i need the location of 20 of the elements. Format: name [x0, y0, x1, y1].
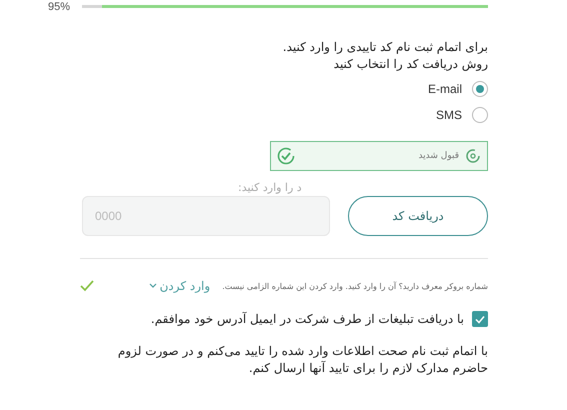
terms-text: با اتمام ثبت نام صحت اطلاعات وارد شده را تایید می‌کنم و در صورت لزوم حاضرم مدارک لازم را برای تایید آنها ارسال کنم. [116, 343, 488, 377]
get-code-button[interactable]: دریافت کد [348, 196, 488, 236]
check-icon [475, 314, 485, 324]
enter-link[interactable]: وارد کردن [148, 279, 210, 293]
instruction-text: برای اتمام ثبت نام کد تاییدی را وارد کنید. روش دریافت کد را انتخاب کنید [282, 39, 488, 73]
checkbox[interactable] [472, 311, 488, 327]
radio-button[interactable] [472, 107, 488, 123]
progress-label: 95% [48, 0, 72, 12]
code-label: د را وارد کنید: [238, 181, 302, 194]
captcha-status: قبول شدید [417, 151, 459, 161]
broker-hint: شماره بروکر معرف دارید؟ آن را وارد کنید. وارد کردن این شماره الزامی نیست. [222, 282, 488, 290]
radio-button[interactable] [472, 81, 488, 97]
code-input[interactable]: 0000 [82, 196, 330, 236]
caret-icon[interactable] [148, 283, 157, 289]
radio-label: SMS [436, 108, 462, 122]
radio-label: E-mail [428, 82, 462, 96]
consent-label: با دریافت تبلیغات از طرف شرکت در ایمیل آدرس خود موافقم. [150, 312, 464, 326]
check-circle-icon [277, 147, 295, 165]
captcha-box[interactable]: قبول شدید [270, 141, 488, 171]
refresh-icon[interactable] [465, 148, 481, 164]
